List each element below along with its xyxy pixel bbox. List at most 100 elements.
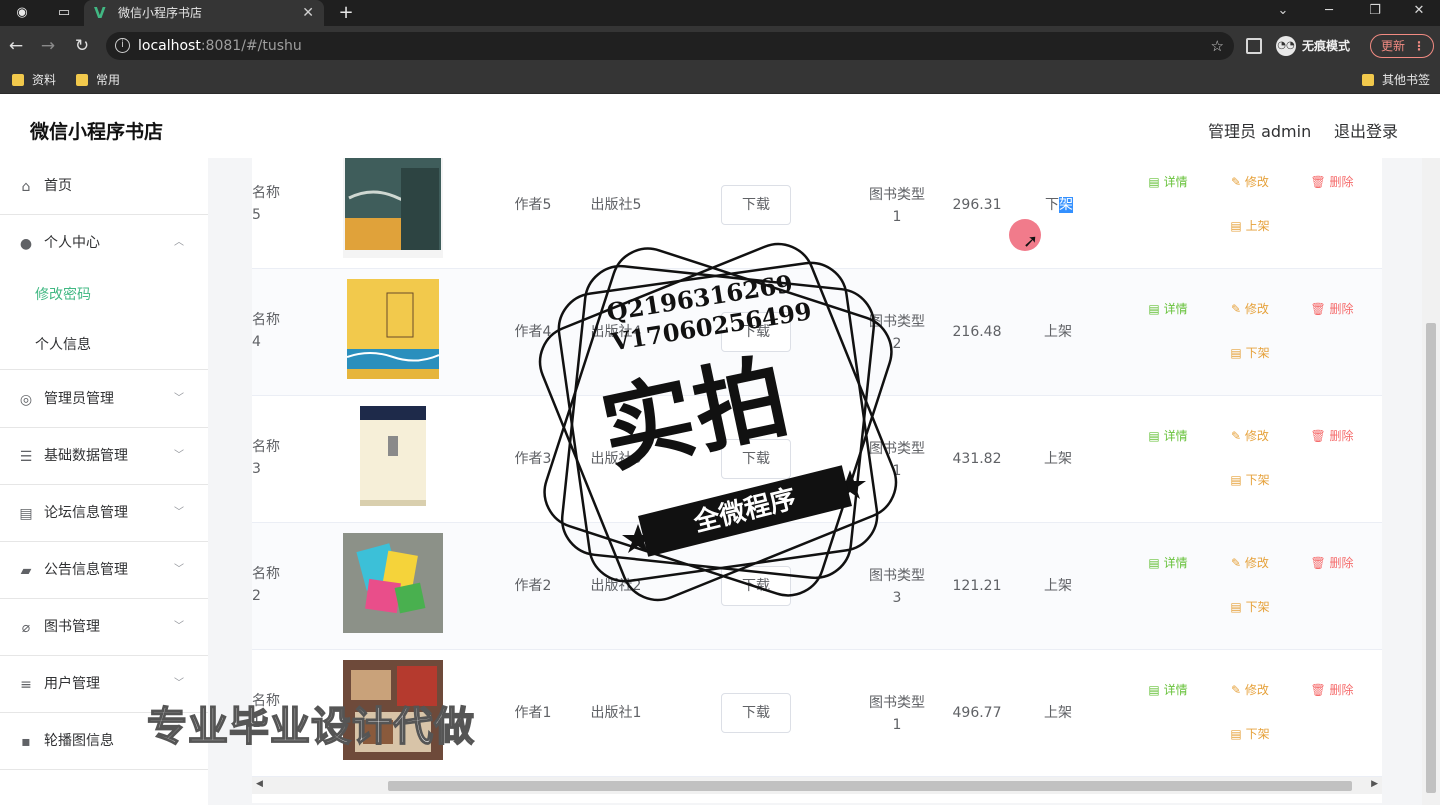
scroll-right-icon[interactable]: ▶ [1371, 779, 1378, 789]
incognito-indicator[interactable]: ◔◔ 无痕模式 [1272, 33, 1350, 59]
sidebar-item-admin[interactable]: ◎ 管理员管理 ﹀ [0, 371, 208, 428]
book-icon: ⌀ [21, 620, 31, 636]
shelf-toggle-button[interactable]: ▤ 下架 [1214, 462, 1286, 498]
sidebar-item-label: 管理员管理 [44, 391, 114, 407]
detail-button[interactable]: ▤ 详情 [1132, 418, 1204, 454]
forward-icon[interactable]: → [36, 35, 60, 57]
edit-button[interactable]: ✎ 修改 [1214, 672, 1286, 708]
delete-button[interactable]: 🗑 删除 [1296, 418, 1368, 454]
status-cell: 上架 [1044, 324, 1072, 340]
reload-icon[interactable]: ↻ [70, 35, 94, 57]
update-button[interactable]: 更新 ⋮ [1370, 34, 1434, 58]
update-label: 更新 [1381, 39, 1406, 53]
restore-icon[interactable]: ❐ [1352, 0, 1398, 26]
scrollbar-thumb[interactable] [388, 781, 1352, 791]
sidebar-item-home[interactable]: ⌂ 首页 [0, 158, 208, 215]
book-cover-image [343, 533, 443, 633]
chevron-up-icon: ︿ [174, 237, 184, 248]
chevron-down-icon: ﹀ [174, 564, 184, 575]
tab-search-icon[interactable]: ⌄ [1260, 0, 1306, 26]
delete-button[interactable]: 🗑 删除 [1296, 545, 1368, 581]
edit-button[interactable]: ✎ 修改 [1214, 164, 1286, 200]
tab-close-icon[interactable]: ✕ [302, 0, 314, 26]
download-button[interactable]: 下载 [721, 185, 791, 225]
delete-button[interactable]: 🗑 删除 [1296, 291, 1368, 327]
price-cell: 296.31 [952, 197, 1002, 213]
bookmark-label: 常用 [96, 73, 121, 87]
bookmark-folder-1[interactable]: 资料 [12, 71, 56, 89]
sidebar-item-notice[interactable]: ▰ 公告信息管理 ﹀ [0, 542, 208, 599]
incognito-icon: ◔◔ [1276, 36, 1296, 56]
watermark-caption: 专业毕业设计代做 [146, 703, 475, 751]
detail-button[interactable]: ▤ 详情 [1132, 545, 1204, 581]
scroll-left-icon[interactable]: ◀ [256, 779, 263, 789]
vertical-scrollbar[interactable] [1422, 158, 1440, 805]
price-cell: 216.48 [952, 324, 1002, 340]
chevron-down-icon: ﹀ [174, 621, 184, 632]
folder-icon [76, 74, 88, 86]
sidebar-item-basic-data[interactable]: ☰ 基础数据管理 ﹀ [0, 428, 208, 485]
url-path: :8081/#/tushu [200, 38, 302, 54]
delete-button[interactable]: 🗑 删除 [1296, 164, 1368, 200]
sidebar-item-label: 基础数据管理 [44, 448, 128, 464]
sidebar-item-profile[interactable]: ● 个人中心 ︿ [0, 215, 208, 272]
author-cell: 作者1 [514, 705, 552, 721]
more-menu-icon: ⋮ [1413, 39, 1425, 53]
price-cell: 496.77 [952, 705, 1002, 721]
url-input[interactable]: i localhost:8081/#/tushu ☆ [106, 32, 1234, 60]
book-name-cell: 名称 2 [252, 566, 280, 604]
tab-overview-icon[interactable]: ▭ [50, 3, 78, 23]
chevron-down-icon: ﹀ [174, 393, 184, 404]
book-cover-image [343, 158, 443, 258]
delete-button[interactable]: 🗑 删除 [1296, 672, 1368, 708]
sidebar-item-books[interactable]: ⌀ 图书管理 ﹀ [0, 599, 208, 656]
status-cell: 下架 [1045, 197, 1073, 213]
user-icon: ● [19, 236, 33, 252]
new-tab-icon[interactable]: + [332, 3, 360, 23]
menu-icon: ≡ [20, 677, 32, 693]
bookmark-star-icon[interactable]: ☆ [1211, 32, 1224, 60]
book-name-cell: 名称 3 [252, 439, 280, 477]
horizontal-scrollbar[interactable]: ◀ ▶ [252, 777, 1382, 794]
browser-tab-bar: ◉ ▭ V 微信小程序书店 ✕ + ⌄ ─ ❐ ✕ [0, 0, 1440, 26]
publisher-cell: 出版社1 [590, 705, 642, 721]
shelf-toggle-button[interactable]: ▤ 下架 [1214, 335, 1286, 371]
sidebar-item-label: 论坛信息管理 [44, 505, 128, 521]
sidebar-item-forum[interactable]: ▤ 论坛信息管理 ﹀ [0, 485, 208, 542]
close-window-icon[interactable]: ✕ [1396, 0, 1440, 26]
shelf-toggle-button[interactable]: ▤ 上架 [1214, 208, 1286, 244]
chevron-down-icon: ﹀ [174, 450, 184, 461]
download-button[interactable]: 下载 [721, 693, 791, 733]
site-info-icon[interactable]: i [115, 38, 130, 53]
book-cover-image [360, 406, 426, 506]
sidebar-subitem-change-password[interactable]: 修改密码 [0, 270, 208, 320]
book-name-cell: 名称 5 [252, 185, 280, 223]
logout-link[interactable]: 退出登录 [1334, 118, 1398, 142]
edit-button[interactable]: ✎ 修改 [1214, 418, 1286, 454]
browser-tab-active[interactable]: V 微信小程序书店 ✕ [84, 0, 324, 26]
edit-button[interactable]: ✎ 修改 [1214, 545, 1286, 581]
other-bookmarks[interactable]: 其他书签 [1362, 71, 1430, 89]
publisher-cell: 出版社5 [590, 197, 642, 213]
incognito-label: 无痕模式 [1302, 39, 1351, 53]
back-icon[interactable]: ← [4, 35, 28, 57]
bookmarks-bar: 资料 常用 其他书签 [0, 66, 1440, 94]
vue-logo-icon: V [94, 4, 106, 22]
scrollbar-thumb[interactable] [1426, 323, 1436, 793]
shelf-toggle-button[interactable]: ▤ 下架 [1214, 589, 1286, 625]
shelf-toggle-button[interactable]: ▤ 下架 [1214, 716, 1286, 752]
side-panel-icon[interactable] [1246, 38, 1262, 54]
detail-button[interactable]: ▤ 详情 [1132, 291, 1204, 327]
folder-icon [12, 74, 24, 86]
sidebar-subitem-personal-info[interactable]: 个人信息 [0, 320, 208, 370]
home-icon: ⌂ [21, 179, 31, 195]
edit-button[interactable]: ✎ 修改 [1214, 291, 1286, 327]
notice-icon: ▰ [20, 563, 32, 579]
detail-button[interactable]: ▤ 详情 [1132, 164, 1204, 200]
minimize-icon[interactable]: ─ [1306, 0, 1352, 26]
price-cell: 121.21 [952, 578, 1002, 594]
globe-icon[interactable]: ◉ [8, 3, 36, 23]
bookmark-folder-2[interactable]: 常用 [76, 71, 120, 89]
book-name-cell: 名称 4 [252, 312, 280, 350]
detail-button[interactable]: ▤ 详情 [1132, 672, 1204, 708]
